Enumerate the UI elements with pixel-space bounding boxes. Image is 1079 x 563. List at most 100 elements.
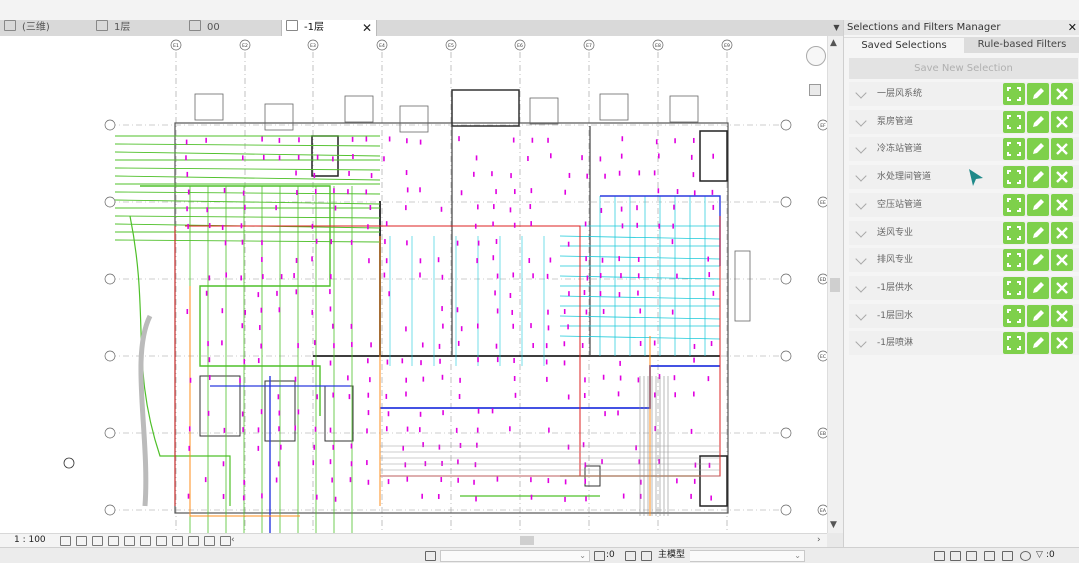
sprinkler-head: [311, 360, 314, 366]
edit-selection-button[interactable]: [1027, 221, 1049, 244]
selection-row[interactable]: 空压站管道: [849, 192, 1079, 217]
delete-selection-button[interactable]: [1051, 332, 1073, 355]
grid-label: E4: [379, 43, 385, 49]
selection-row[interactable]: 水处理间管道: [849, 165, 1079, 190]
select-elements-button[interactable]: [1003, 304, 1025, 327]
selection-row[interactable]: -1层回水: [849, 303, 1079, 328]
scroll-up-icon[interactable]: ▲: [830, 38, 837, 48]
select-elements-button[interactable]: [1003, 83, 1025, 105]
chevron-down-icon[interactable]: [855, 225, 867, 238]
tab-saved-selections[interactable]: Saved Selections: [844, 37, 964, 54]
select-elements-button[interactable]: [1003, 110, 1025, 133]
drag-elements-icon[interactable]: [1002, 551, 1013, 561]
view-cube-icon[interactable]: [806, 46, 826, 66]
edit-selection-button[interactable]: [1027, 304, 1049, 327]
analytical-model-icon[interactable]: [204, 536, 215, 546]
workset-icon[interactable]: [425, 551, 436, 561]
select-elements-button[interactable]: [1003, 138, 1025, 161]
select-pinned-icon[interactable]: [966, 551, 977, 561]
save-new-selection-button[interactable]: Save New Selection: [849, 58, 1078, 79]
shadows-icon[interactable]: [108, 536, 119, 546]
delete-x-icon: [1056, 226, 1068, 239]
tab-level-00[interactable]: 00: [189, 20, 275, 36]
edit-selection-button[interactable]: [1027, 166, 1049, 189]
temporary-hide-icon[interactable]: [172, 536, 183, 546]
close-panel-icon[interactable]: ✕: [1068, 20, 1077, 35]
selection-row[interactable]: -1层喷淋: [849, 331, 1079, 356]
horizontal-scroll-thumb[interactable]: [520, 536, 534, 545]
tab-rule-based-filters[interactable]: Rule-based Filters: [964, 37, 1079, 53]
delete-selection-button[interactable]: [1051, 249, 1073, 272]
chevron-down-icon[interactable]: [855, 170, 867, 182]
tab-3d-view[interactable]: (三维): [4, 20, 90, 36]
detail-level-icon[interactable]: [60, 536, 71, 546]
visual-style-icon[interactable]: [76, 536, 87, 546]
scroll-down-icon[interactable]: ▼: [830, 520, 837, 530]
chevron-down-icon[interactable]: [855, 87, 867, 99]
chevron-down-icon[interactable]: [855, 253, 867, 265]
selection-row[interactable]: 送风专业: [849, 220, 1079, 245]
selection-row[interactable]: 泵房管道: [849, 109, 1079, 134]
chevron-down-icon[interactable]: [855, 336, 867, 348]
edit-selection-button[interactable]: [1027, 193, 1049, 216]
edit-selection-button[interactable]: [1027, 110, 1049, 133]
scroll-right-icon[interactable]: ›: [817, 534, 821, 547]
select-elements-button[interactable]: [1003, 193, 1025, 216]
lock-view-icon[interactable]: [156, 536, 167, 546]
chevron-down-icon[interactable]: [855, 142, 867, 155]
chevron-down-icon[interactable]: [855, 308, 867, 321]
tab-level-minus-1[interactable]: -1层 ✕: [281, 20, 377, 36]
delete-selection-button[interactable]: [1051, 221, 1073, 244]
delete-selection-button[interactable]: [1051, 304, 1073, 327]
filter-icon[interactable]: ▽: [1036, 548, 1043, 563]
workset-dropdown[interactable]: ⌄: [440, 550, 590, 562]
edit-selection-button[interactable]: [1027, 138, 1049, 161]
background-process-icon[interactable]: [1020, 551, 1031, 561]
tab-level-1[interactable]: 1层: [96, 20, 182, 36]
show-crop-icon[interactable]: [140, 536, 151, 546]
edit-selection-button[interactable]: [1027, 276, 1049, 299]
nav-wheel-icon[interactable]: [809, 84, 821, 96]
design-option-model[interactable]: 主模型: [658, 548, 685, 563]
select-underlay-icon[interactable]: [950, 551, 961, 561]
tabs-menu-icon[interactable]: ▼: [830, 20, 843, 36]
delete-selection-button[interactable]: [1051, 110, 1073, 133]
selection-row[interactable]: 一层风系统: [849, 82, 1079, 106]
select-elements-button[interactable]: [1003, 276, 1025, 299]
sprinkler-head: [690, 154, 693, 160]
close-tab-icon[interactable]: ✕: [362, 20, 372, 36]
selection-row[interactable]: -1层供水: [849, 275, 1079, 300]
editable-only-icon[interactable]: [594, 551, 605, 561]
highlight-displacement-icon[interactable]: [220, 536, 231, 546]
edit-selection-button[interactable]: [1027, 249, 1049, 272]
delete-selection-button[interactable]: [1051, 138, 1073, 161]
delete-selection-button[interactable]: [1051, 83, 1073, 105]
design-options-icon[interactable]: [625, 551, 636, 561]
design-option-dropdown[interactable]: ⌄: [690, 550, 805, 562]
select-links-icon[interactable]: [934, 551, 945, 561]
select-elements-button[interactable]: [1003, 166, 1025, 189]
delete-selection-button[interactable]: [1051, 166, 1073, 189]
selection-row[interactable]: 排风专业: [849, 248, 1079, 273]
reveal-hidden-icon[interactable]: [188, 536, 199, 546]
vertical-scrollbar[interactable]: ▲ ▼: [827, 36, 843, 533]
scroll-thumb[interactable]: [830, 278, 840, 292]
view-scale[interactable]: 1 : 100: [14, 534, 46, 547]
chevron-down-icon[interactable]: [855, 198, 867, 210]
edit-selection-button[interactable]: [1027, 83, 1049, 105]
drawing-canvas[interactable]: E1 E2 E3 E4 E5 E6 E7 E8 E9 EF EE ED EC EB EA: [0, 36, 827, 533]
select-elements-button[interactable]: [1003, 221, 1025, 244]
scroll-left-icon[interactable]: ‹: [231, 534, 235, 547]
selection-row[interactable]: 冷冻站管道: [849, 137, 1079, 162]
select-elements-button[interactable]: [1003, 332, 1025, 355]
crop-view-icon[interactable]: [124, 536, 135, 546]
select-by-face-icon[interactable]: [984, 551, 995, 561]
sun-path-icon[interactable]: [92, 536, 103, 546]
delete-selection-button[interactable]: [1051, 276, 1073, 299]
chevron-down-icon[interactable]: [855, 281, 867, 293]
design-option-set-icon[interactable]: [641, 551, 652, 561]
chevron-down-icon[interactable]: [855, 115, 867, 127]
delete-selection-button[interactable]: [1051, 193, 1073, 216]
edit-selection-button[interactable]: [1027, 332, 1049, 355]
select-elements-button[interactable]: [1003, 249, 1025, 272]
